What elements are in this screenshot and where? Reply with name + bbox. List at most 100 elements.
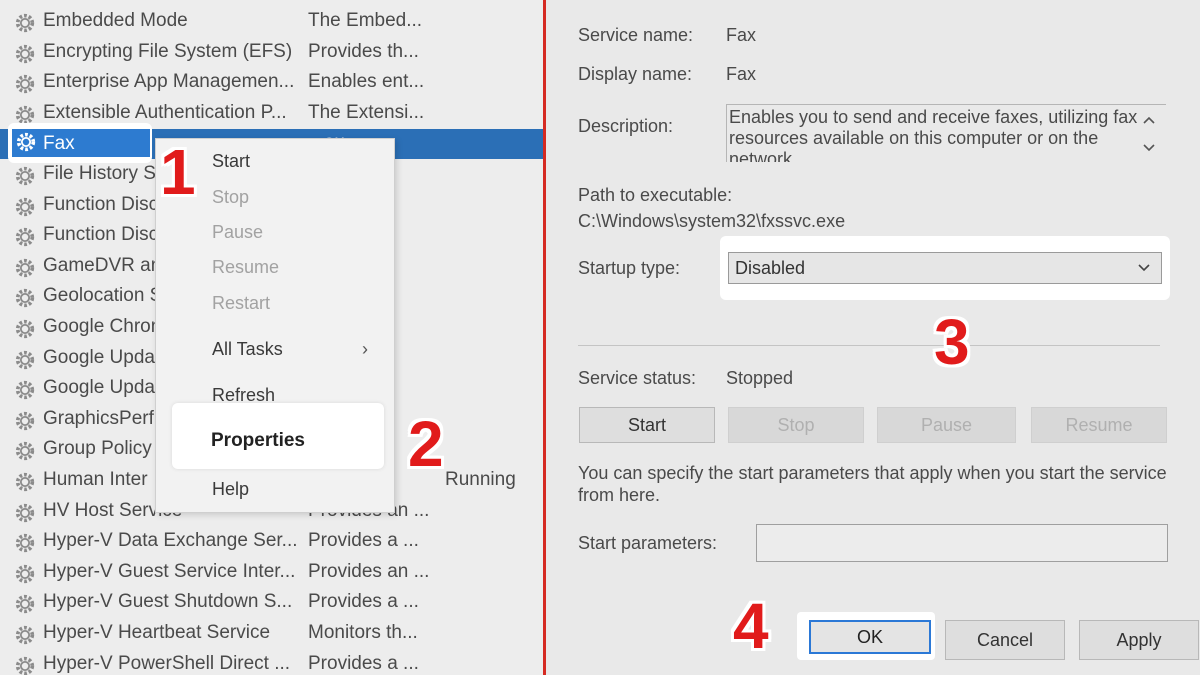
gear-icon bbox=[15, 534, 35, 553]
service-name-value: Fax bbox=[726, 25, 757, 45]
gear-icon bbox=[15, 595, 35, 614]
startup-type-label: Startup type: bbox=[578, 258, 681, 278]
service-description: The Embed... bbox=[308, 10, 423, 31]
startup-type-select[interactable]: Disabled bbox=[728, 252, 1162, 284]
service-description: Monitors th... bbox=[308, 622, 418, 643]
gear-icon bbox=[15, 166, 35, 186]
service-name: Extensible Authentication P... bbox=[43, 101, 287, 123]
service-name: Google Upda bbox=[43, 346, 155, 368]
service-name: Encrypting File System (EFS) bbox=[43, 40, 293, 62]
gear-icon bbox=[15, 197, 35, 216]
service-name: GraphicsPerf bbox=[43, 407, 154, 429]
service-name: Hyper-V PowerShell Direct ... bbox=[43, 652, 291, 674]
service-name: Geolocation S bbox=[43, 285, 163, 307]
chevron-right-icon: › bbox=[362, 339, 368, 359]
gear-icon bbox=[15, 381, 35, 400]
service-description: Provides a ... bbox=[308, 530, 419, 552]
pause-service-button[interactable]: Pause bbox=[877, 407, 1016, 443]
service-row[interactable]: Hyper-V Guest Shutdown S... Provides a ..… bbox=[0, 588, 543, 618]
apply-button[interactable]: Apply bbox=[1079, 620, 1199, 660]
service-row[interactable]: Hyper-V Data Exchange Ser... Provides a .… bbox=[0, 527, 543, 557]
gear-icon bbox=[15, 258, 35, 277]
start-params-help-text: You can specify the start parameters tha… bbox=[578, 463, 1167, 505]
ok-button[interactable]: OK bbox=[809, 620, 931, 654]
service-name: Google Chron bbox=[43, 316, 162, 337]
cancel-button[interactable]: Cancel bbox=[945, 620, 1065, 660]
description-label: Description: bbox=[578, 116, 674, 136]
fax-service-name: Fax bbox=[43, 133, 75, 154]
gear-icon bbox=[15, 350, 35, 369]
properties-label: Properties bbox=[211, 430, 305, 451]
service-description: Provides a ... bbox=[308, 652, 419, 674]
section-divider bbox=[578, 345, 1160, 346]
service-row[interactable]: Enterprise App Managemen... Enables ent..… bbox=[0, 68, 543, 98]
fax-service-highlight[interactable]: Fax bbox=[8, 123, 152, 163]
service-row[interactable]: Embedded Mode The Embed... bbox=[0, 7, 543, 37]
stop-service-button[interactable]: Stop bbox=[728, 407, 864, 443]
menu-item-start[interactable]: Start bbox=[212, 151, 250, 172]
service-name: Hyper-V Heartbeat Service bbox=[43, 622, 271, 643]
start-params-label: Start parameters: bbox=[578, 533, 718, 553]
gear-icon bbox=[15, 13, 35, 33]
gear-icon bbox=[15, 625, 35, 645]
gear-icon bbox=[15, 228, 35, 247]
service-name: GameDVR an bbox=[43, 254, 162, 276]
gear-icon bbox=[15, 319, 35, 339]
menu-item-properties[interactable]: Properties bbox=[172, 403, 384, 469]
resume-service-button[interactable]: Resume bbox=[1031, 407, 1167, 443]
service-row[interactable]: Hyper-V Heartbeat Service Monitors th... bbox=[0, 619, 543, 649]
menu-item-pause[interactable]: Pause bbox=[212, 222, 263, 243]
menu-item-resume[interactable]: Resume bbox=[212, 257, 279, 278]
step-2-label: 2 bbox=[408, 408, 444, 480]
menu-item-help[interactable]: Help bbox=[212, 479, 249, 500]
service-status-value: Stopped bbox=[726, 368, 794, 388]
service-status-label: Service status: bbox=[578, 368, 697, 388]
start-service-button[interactable]: Start bbox=[579, 407, 715, 443]
service-name: Google Upda bbox=[43, 377, 155, 399]
description-box[interactable]: Enables you to send and receive faxes, u… bbox=[726, 104, 1166, 162]
service-row[interactable]: Hyper-V Guest Service Inter... Provides a… bbox=[0, 558, 543, 588]
menu-item-restart[interactable]: Restart bbox=[212, 293, 270, 314]
chevron-down-icon[interactable] bbox=[1142, 142, 1156, 154]
ok-button-highlight: OK bbox=[797, 612, 935, 660]
service-name: Human Inter bbox=[43, 469, 148, 490]
display-name-label: Display name: bbox=[578, 64, 693, 84]
description-text: Enables you to send and receive faxes, u… bbox=[729, 107, 1138, 162]
menu-item-stop[interactable]: Stop bbox=[212, 187, 249, 208]
path-label: Path to executable: bbox=[578, 185, 733, 205]
service-description: Provides an ... bbox=[308, 560, 430, 582]
gear-icon bbox=[16, 132, 36, 152]
chevron-down-icon bbox=[1138, 264, 1150, 272]
service-description: The Extensi... bbox=[308, 101, 425, 123]
service-status: Running bbox=[445, 469, 516, 490]
service-name: Hyper-V Guest Shutdown S... bbox=[43, 591, 293, 613]
step-1-label: 1 bbox=[160, 136, 196, 208]
service-description: Enables ent... bbox=[308, 71, 425, 93]
chevron-up-icon[interactable] bbox=[1142, 114, 1156, 126]
service-name: Function Disc bbox=[43, 193, 159, 215]
service-name: Embedded Mode bbox=[43, 10, 188, 31]
gear-icon bbox=[15, 472, 35, 492]
gear-icon bbox=[15, 442, 35, 461]
service-name: Hyper-V Guest Service Inter... bbox=[43, 560, 296, 582]
gear-icon bbox=[15, 503, 35, 522]
service-row[interactable]: Hyper-V PowerShell Direct ... Provides a … bbox=[0, 650, 543, 675]
service-name: File History S bbox=[43, 163, 156, 184]
service-row[interactable]: Encrypting File System (EFS) Provides th.… bbox=[0, 38, 543, 68]
gear-icon bbox=[15, 564, 35, 583]
startup-type-value: Disabled bbox=[735, 258, 806, 278]
start-params-input[interactable] bbox=[756, 524, 1168, 562]
gear-icon bbox=[15, 75, 35, 94]
step-3-label: 3 bbox=[934, 306, 970, 378]
service-description: Provides a ... bbox=[308, 591, 419, 613]
path-value: C:\Windows\system32\fxssvc.exe bbox=[578, 211, 846, 231]
step-4-label: 4 bbox=[733, 590, 769, 662]
panel-divider bbox=[543, 0, 546, 675]
startup-type-highlight: Disabled bbox=[720, 236, 1170, 300]
menu-item-all-tasks[interactable]: All Tasks bbox=[212, 339, 283, 360]
service-description: Provides th... bbox=[308, 40, 419, 62]
display-name-value: Fax bbox=[726, 64, 757, 84]
service-name: Hyper-V Data Exchange Ser... bbox=[43, 530, 298, 552]
gear-icon bbox=[15, 289, 35, 308]
service-name-label: Service name: bbox=[578, 25, 694, 45]
